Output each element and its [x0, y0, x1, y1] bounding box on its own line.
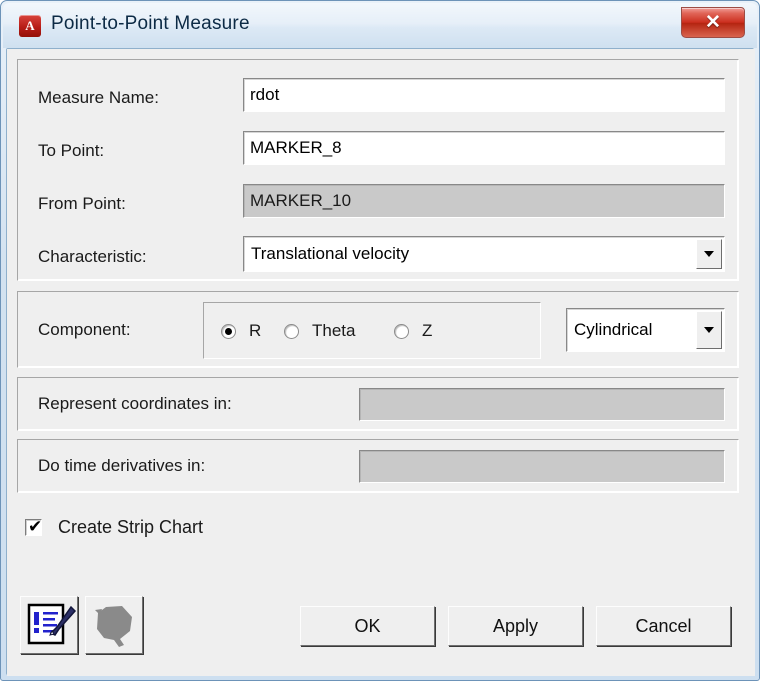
dialog-client-area: Measure Name: rdot To Point: MARKER_8 Fr… — [7, 49, 755, 676]
geometry-pick-icon — [95, 606, 132, 647]
characteristic-value: Translational velocity — [251, 244, 410, 263]
radio-r[interactable] — [221, 324, 236, 339]
to-point-label: To Point: — [38, 141, 105, 160]
time-derivatives-group: Do time derivatives in: — [17, 439, 739, 493]
component-group: Component: R Theta Z Cylindrical — [17, 291, 739, 368]
check-icon: ✔ — [28, 517, 43, 537]
radio-r-dot — [225, 328, 232, 335]
characteristic-dropdown-button[interactable] — [696, 239, 722, 269]
edit-form-icon — [27, 603, 77, 645]
close-button[interactable]: ✕ — [681, 7, 745, 38]
measure-name-label: Measure Name: — [38, 88, 159, 107]
cancel-button[interactable]: Cancel — [596, 606, 731, 646]
represent-coordinates-label: Represent coordinates in: — [38, 394, 232, 413]
radio-theta[interactable] — [284, 324, 299, 339]
coordinate-system-dropdown-button[interactable] — [696, 311, 722, 349]
characteristic-combo[interactable]: Translational velocity — [243, 236, 725, 272]
radio-z-label: Z — [422, 321, 433, 340]
app-icon: A — [19, 15, 41, 37]
window-title: Point-to-Point Measure — [51, 13, 250, 34]
time-derivatives-label: Do time derivatives in: — [38, 456, 206, 475]
chevron-down-icon — [704, 251, 714, 257]
radio-r-label: R — [249, 321, 262, 340]
title-bar[interactable]: A Point-to-Point Measure ✕ — [3, 3, 757, 48]
from-point-label: From Point: — [38, 194, 126, 213]
fields-group: Measure Name: rdot To Point: MARKER_8 Fr… — [17, 59, 739, 281]
time-derivatives-input[interactable] — [359, 450, 725, 483]
from-point-input[interactable]: MARKER_10 — [243, 184, 725, 218]
apply-button[interactable]: Apply — [448, 606, 583, 646]
coordinate-system-combo[interactable]: Cylindrical — [566, 308, 725, 352]
represent-coordinates-input[interactable] — [359, 388, 725, 421]
geometry-pick-button[interactable] — [85, 596, 143, 654]
close-icon: ✕ — [705, 12, 721, 33]
component-label: Component: — [38, 320, 131, 339]
create-strip-chart-label: Create Strip Chart — [58, 517, 204, 537]
to-point-input[interactable]: MARKER_8 — [243, 131, 725, 165]
ok-button[interactable]: OK — [300, 606, 435, 646]
component-radio-box: R Theta Z — [203, 302, 541, 359]
radio-theta-label: Theta — [312, 321, 356, 340]
chevron-down-icon — [704, 327, 714, 333]
characteristic-label: Characteristic: — [38, 247, 147, 266]
represent-coordinates-group: Represent coordinates in: — [17, 377, 739, 431]
dialog-window: A Point-to-Point Measure ✕ Measure Name:… — [0, 0, 760, 681]
coordinate-system-value: Cylindrical — [574, 320, 653, 339]
radio-z[interactable] — [394, 324, 409, 339]
measure-name-input[interactable]: rdot — [243, 78, 725, 112]
create-strip-chart-checkbox[interactable]: ✔ — [25, 517, 43, 537]
edit-form-button[interactable] — [20, 596, 78, 654]
